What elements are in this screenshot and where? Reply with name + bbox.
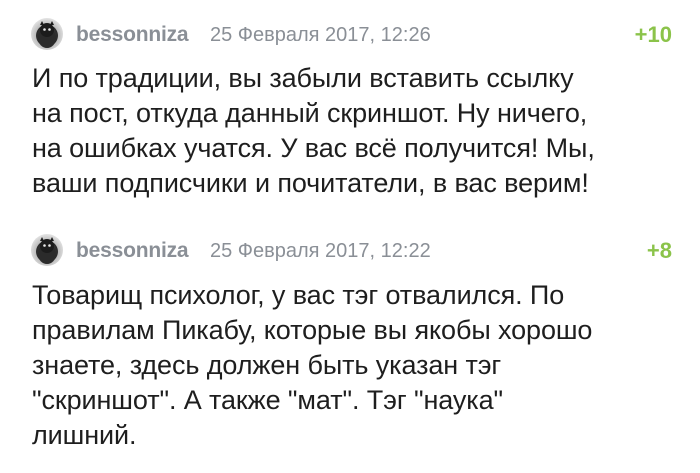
user-avatar-icon[interactable] [31, 234, 63, 266]
comment: bessonniza 25 Февраля 2017, 12:22 +8 Тов… [0, 230, 700, 453]
comment-date[interactable]: 25 Февраля 2017, 12:26 [210, 24, 431, 47]
comment-header: bessonniza 25 Февраля 2017, 12:26 +10 [0, 14, 700, 58]
comment-username[interactable]: bessonniza [76, 23, 189, 47]
comment-username[interactable]: bessonniza [76, 239, 189, 263]
comment: bessonniza 25 Февраля 2017, 12:26 +10 И … [0, 14, 700, 201]
comment-text: И по традиции, вы забыли вставить ссылку… [32, 63, 595, 198]
comment-date[interactable]: 25 Февраля 2017, 12:22 [210, 240, 431, 263]
comment-rating: +8 [646, 238, 672, 263]
comment-text: Товарищ психолог, у вас тэг отвалился. П… [32, 280, 593, 450]
comment-header: bessonniza 25 Февраля 2017, 12:22 +8 [0, 230, 700, 274]
user-avatar-icon[interactable] [31, 18, 63, 50]
comment-rating: +10 [634, 22, 672, 47]
